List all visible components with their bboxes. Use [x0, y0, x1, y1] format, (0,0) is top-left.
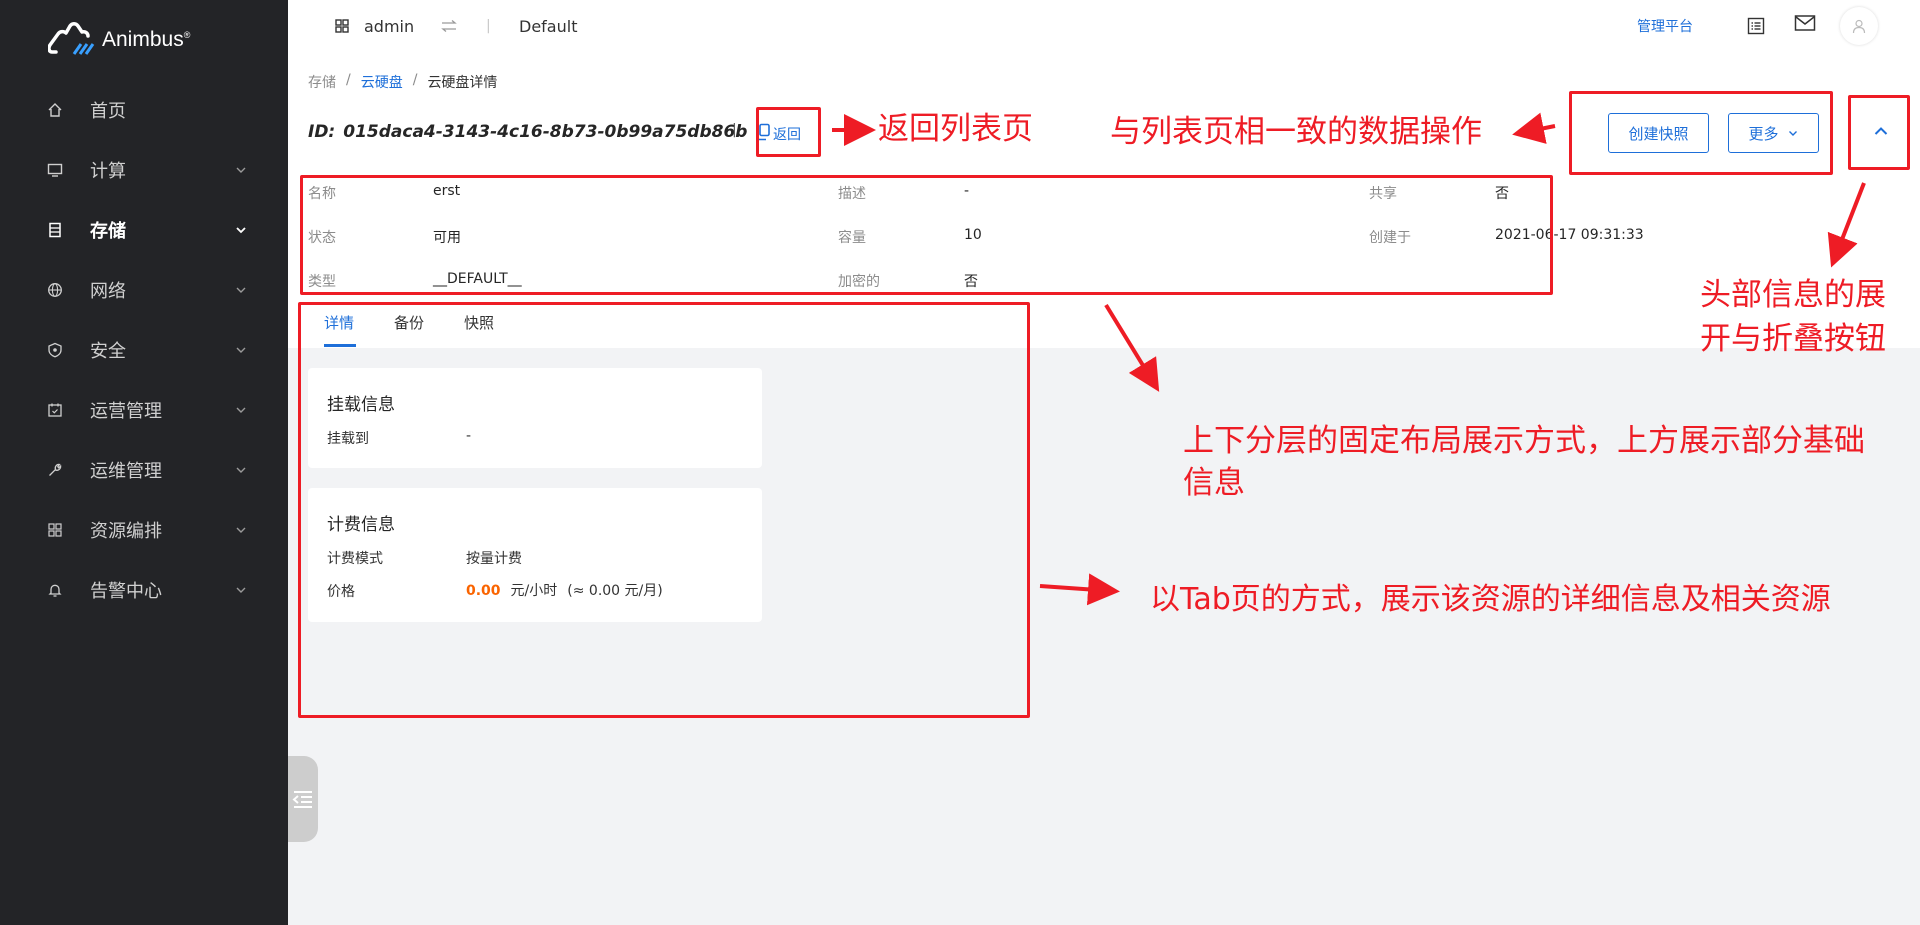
divider: | — [486, 18, 491, 34]
annotation-box-toggle — [1848, 95, 1910, 170]
sidebar-item-operations[interactable]: 运营管理 — [0, 380, 288, 440]
calendar-icon — [46, 401, 64, 419]
home-icon — [46, 101, 64, 119]
sidebar-item-label: 首页 — [90, 101, 126, 122]
chevron-down-icon — [236, 287, 246, 293]
chevron-down-icon — [236, 527, 246, 533]
project-selector[interactable]: Default — [519, 0, 577, 52]
globe-icon — [46, 281, 64, 299]
top-bar: admin | Default 管理平台 — [288, 0, 1920, 52]
id-value: 015daca4-3143-4c16-8b73-0b99a75db86b — [343, 122, 748, 142]
apps-grid-icon — [335, 19, 349, 33]
grid-icon — [46, 521, 64, 539]
monitor-icon — [46, 161, 64, 179]
annotation-layout-note-2: 信息 — [1183, 465, 1245, 501]
bell-icon — [46, 581, 64, 599]
breadcrumb-parent[interactable]: 云硬盘 — [361, 72, 403, 92]
sidebar-item-label: 告警中心 — [90, 581, 162, 602]
sidebar-toggle-handle[interactable] — [288, 756, 318, 842]
sidebar-item-label: 安全 — [90, 341, 126, 362]
sidebar: Animbus® 首页 计算 存储 网络 安全 运营管理 运维管理 资源编排 告… — [0, 0, 288, 925]
sidebar-item-maintenance[interactable]: 运维管理 — [0, 440, 288, 500]
sidebar-item-label: 存储 — [90, 221, 126, 242]
logo[interactable]: Animbus® — [48, 20, 190, 60]
shield-icon — [46, 341, 64, 359]
sidebar-item-label: 运营管理 — [90, 401, 162, 422]
sidebar-item-security[interactable]: 安全 — [0, 320, 288, 380]
chevron-down-icon — [236, 407, 246, 413]
user-switcher[interactable]: admin — [334, 0, 414, 52]
chevron-down-icon — [236, 467, 246, 473]
sidebar-item-network[interactable]: 网络 — [0, 260, 288, 320]
sidebar-item-storage[interactable]: 存储 — [0, 200, 288, 260]
chevron-down-icon — [236, 167, 246, 173]
sidebar-item-orchestration[interactable]: 资源编排 — [0, 500, 288, 560]
divider: | — [732, 122, 737, 138]
chevron-down-icon — [236, 227, 246, 234]
chevron-down-icon — [236, 347, 246, 353]
annotation-operations-note: 与列表页相一致的数据操作 — [1110, 114, 1482, 150]
wrench-icon — [46, 461, 64, 479]
menu-fold-icon — [292, 791, 312, 808]
sidebar-item-label: 计算 — [90, 161, 126, 182]
cloud-logo-icon — [48, 22, 95, 55]
switch-icon[interactable] — [440, 0, 458, 52]
annotation-toggle-note-2: 开与折叠按钮 — [1700, 321, 1886, 357]
storage-icon — [46, 221, 64, 239]
sidebar-item-alerts[interactable]: 告警中心 — [0, 560, 288, 620]
resource-id: ID: 015daca4-3143-4c16-8b73-0b99a75db86b — [308, 122, 771, 142]
annotation-toggle-note-1: 头部信息的展 — [1700, 277, 1886, 313]
annotation-box-header-info — [300, 175, 1553, 295]
current-user: admin — [364, 16, 415, 36]
annotation-back-note: 返回列表页 — [878, 111, 1033, 147]
sidebar-item-home[interactable]: 首页 — [0, 80, 288, 140]
annotation-tab-note: 以Tab页的方式，展示该资源的详细信息及相关资源 — [1150, 582, 1831, 617]
sidebar-item-label: 运维管理 — [90, 461, 162, 482]
doc-list-icon[interactable] — [1746, 0, 1766, 52]
sidebar-item-label: 资源编排 — [90, 521, 162, 542]
admin-platform-link[interactable]: 管理平台 — [1637, 0, 1693, 52]
sidebar-item-label: 网络 — [90, 281, 126, 302]
sidebar-item-compute[interactable]: 计算 — [0, 140, 288, 200]
user-icon — [1852, 19, 1866, 34]
mail-icon[interactable] — [1794, 0, 1816, 49]
breadcrumb: 存储 / 云硬盘 / 云硬盘详情 — [308, 72, 497, 92]
breadcrumb-current: 云硬盘详情 — [427, 75, 498, 91]
breadcrumb-separator: / — [346, 72, 351, 88]
id-prefix: ID: — [308, 122, 336, 142]
annotation-layout-note-1: 上下分层的固定布局展示方式，上方展示部分基础 — [1183, 423, 1865, 459]
chevron-down-icon — [236, 587, 246, 593]
annotation-box-operations — [1569, 91, 1833, 175]
annotation-box-tabs — [298, 302, 1030, 718]
annotation-box-back — [756, 107, 821, 157]
breadcrumb-root[interactable]: 存储 — [308, 72, 336, 92]
avatar[interactable] — [1840, 0, 1878, 52]
admin-platform-label: 管理平台 — [1637, 19, 1693, 35]
brand-name: Animbus® — [102, 28, 191, 51]
breadcrumb-separator: / — [412, 72, 418, 88]
project-name: Default — [519, 16, 578, 36]
